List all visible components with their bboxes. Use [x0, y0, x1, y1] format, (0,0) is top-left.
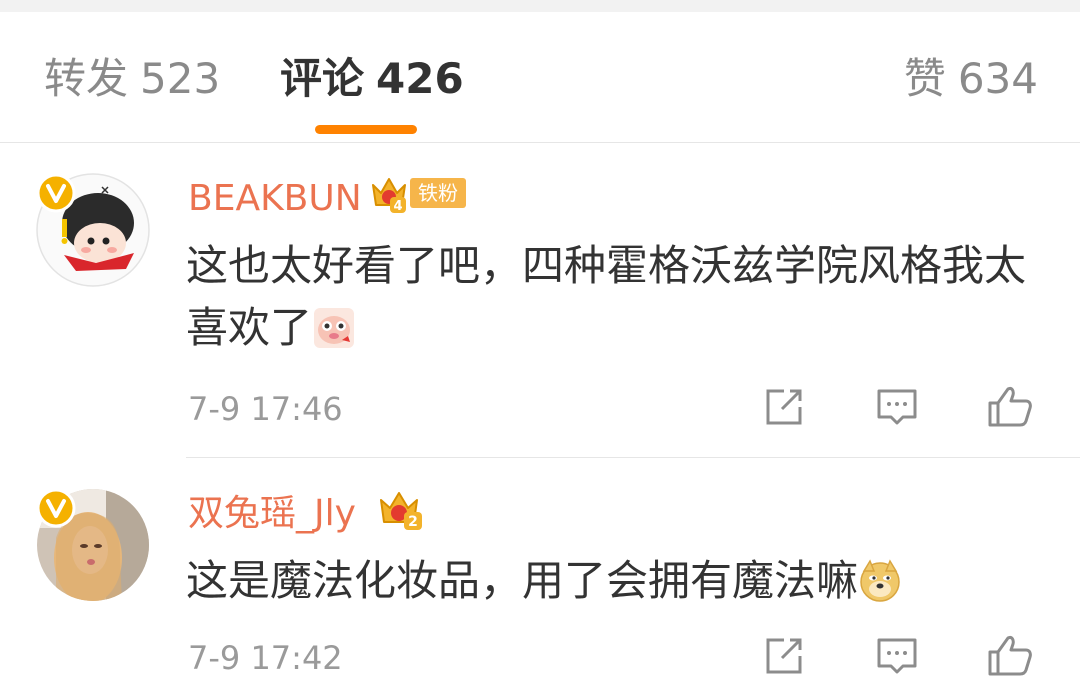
active-tab-indicator [315, 125, 417, 134]
doge-emoji-icon [860, 559, 900, 602]
repost-icon[interactable] [760, 383, 808, 431]
tab-repost[interactable]: 转发 523 [44, 52, 220, 106]
tab-comments-count: 426 [376, 54, 464, 103]
tab-likes[interactable]: 赞 634 [904, 52, 1038, 106]
comment-time: 7-9 17:42 [188, 639, 343, 677]
crown-icon: 2 [380, 492, 422, 530]
avatar[interactable] [36, 173, 150, 287]
comment-time: 7-9 17:46 [188, 390, 343, 428]
user-badges: 2 [378, 488, 424, 532]
username[interactable]: 双兔瑶_Jly [188, 492, 356, 536]
tab-likes-count: 634 [957, 54, 1038, 103]
avatar[interactable] [36, 488, 150, 602]
comment-icon[interactable] [873, 632, 921, 680]
comment-item: 双兔瑶_Jly 2 这是魔法化妆品，用了会拥有魔法嘛 7-9 17:42 [0, 458, 1080, 684]
comment-text: 这是魔法化妆品，用了会拥有魔法嘛 [186, 550, 1056, 612]
tab-comments-label: 评论 [280, 54, 365, 103]
crown-level: 2 [408, 514, 418, 530]
tab-likes-label: 赞 [903, 54, 946, 103]
comment-item: BEAKBUN 4 铁粉 这也太好看了吧，四种霍格沃兹学院风格我太喜欢了 7-9… [0, 143, 1080, 458]
username[interactable]: BEAKBUN [188, 177, 362, 221]
status-strip [0, 0, 1080, 12]
verified-badge-icon [36, 173, 76, 213]
like-thumb-icon[interactable] [986, 632, 1034, 680]
verified-badge-icon [36, 488, 76, 528]
repost-icon[interactable] [760, 632, 808, 680]
tab-repost-label: 转发 [44, 54, 129, 103]
comment-icon[interactable] [873, 383, 921, 431]
crown-icon: 4 [372, 178, 406, 213]
user-badges: 4 铁粉 [370, 173, 466, 213]
tab-bar: 转发 523 评论 426 赞 634 [0, 12, 1080, 143]
comment-body: 这是魔法化妆品，用了会拥有魔法嘛 [186, 556, 859, 605]
tab-comments[interactable]: 评论 426 [280, 52, 464, 106]
tab-repost-count: 523 [140, 54, 221, 103]
comment-text: 这也太好看了吧，四种霍格沃兹学院风格我太喜欢了 [186, 235, 1056, 359]
crown-level: 4 [393, 199, 402, 213]
fan-badge: 铁粉 [410, 178, 466, 208]
cute-pig-emoji-icon [314, 308, 355, 348]
like-thumb-icon[interactable] [986, 383, 1034, 431]
